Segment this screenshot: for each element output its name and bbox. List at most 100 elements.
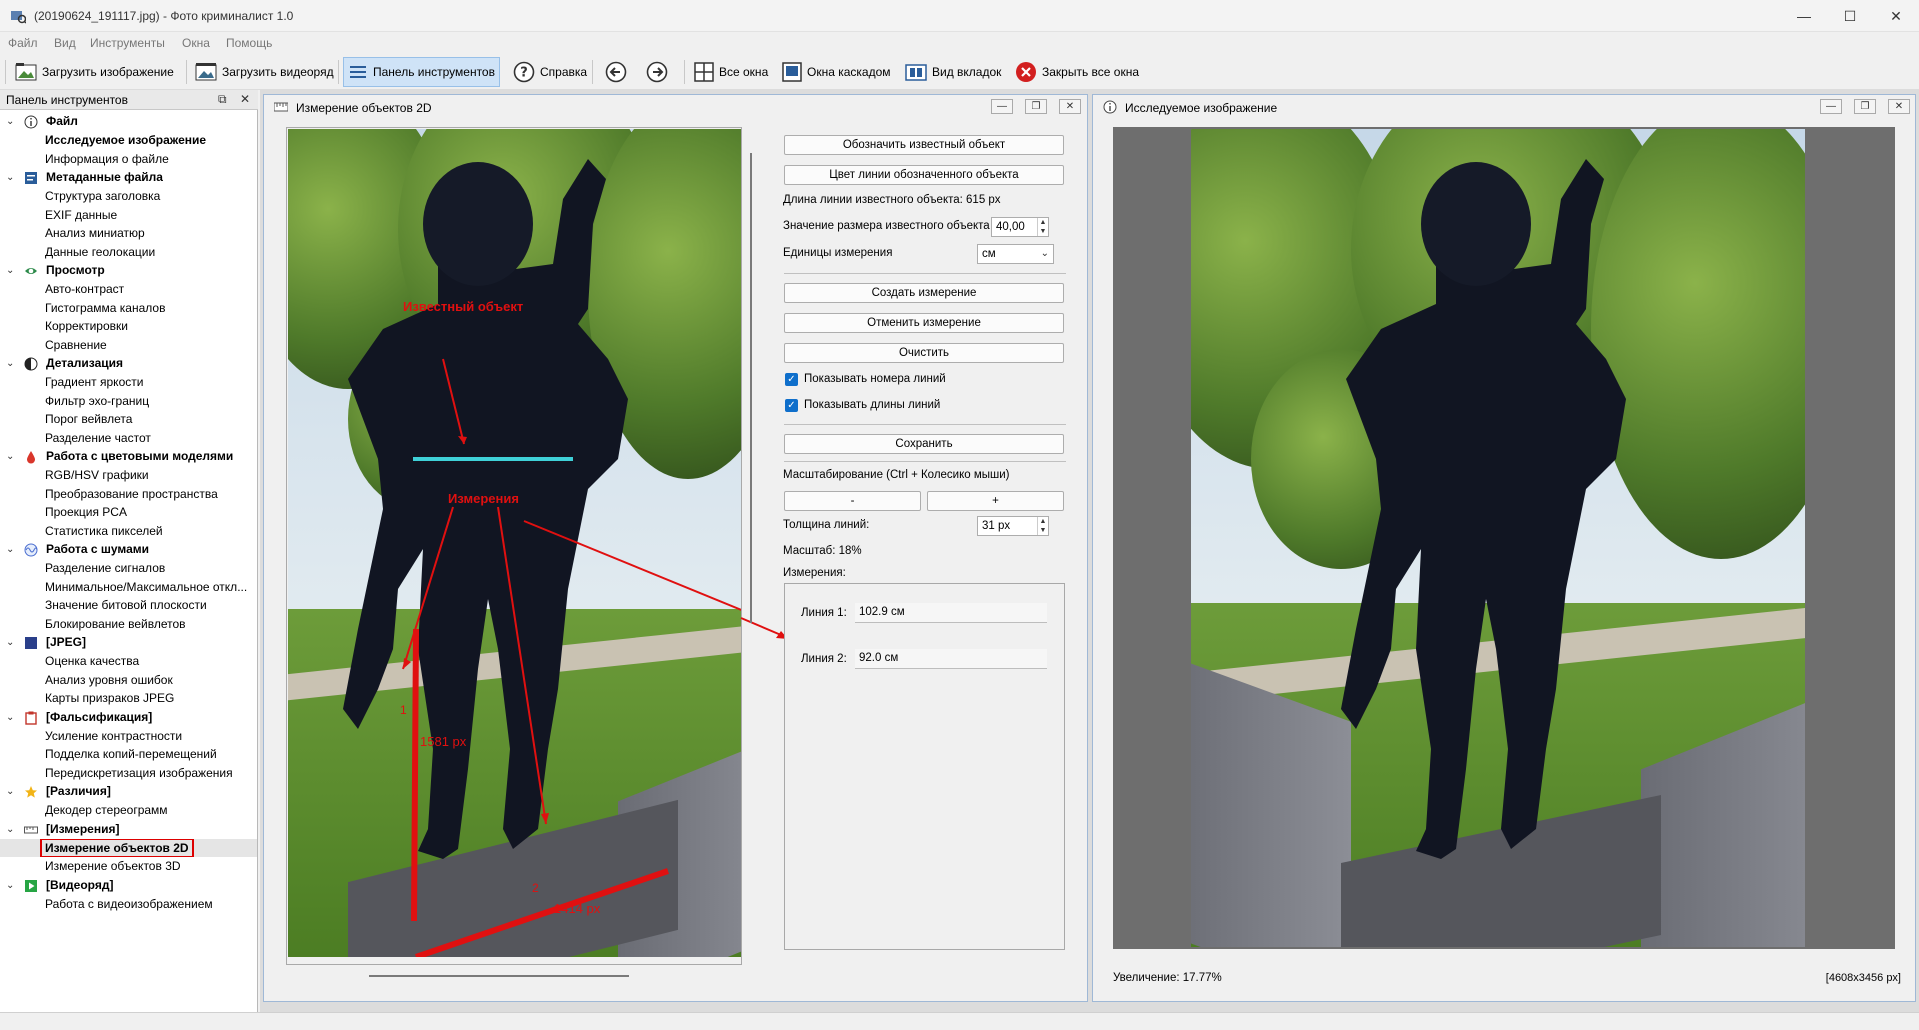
tree-item[interactable]: Оценка качества: [0, 652, 257, 671]
known-size-spinbox[interactable]: 40,00 ▲ ▼: [991, 217, 1049, 237]
clear-button[interactable]: Очистить: [784, 343, 1064, 363]
tree-group[interactable]: ⌄ Работа с шумами: [0, 540, 257, 559]
tree-item[interactable]: Декодер стереограмм: [0, 801, 257, 820]
horizontal-scrollbar[interactable]: [369, 975, 629, 977]
chevron-down-icon[interactable]: ⌄: [6, 820, 14, 839]
close-icon[interactable]: ✕: [240, 92, 250, 106]
menu-windows[interactable]: Окна: [182, 36, 210, 50]
examined-photo[interactable]: [1191, 129, 1805, 947]
tree-item[interactable]: Передискретизация изображения: [0, 764, 257, 783]
undo-measurement-button[interactable]: Отменить измерение: [784, 313, 1064, 333]
menu-view[interactable]: Вид: [54, 36, 76, 50]
chevron-down-icon[interactable]: ⌄: [6, 876, 14, 895]
help-button[interactable]: ? Справка: [509, 57, 591, 87]
back-button[interactable]: [601, 57, 631, 87]
tree-item[interactable]: Авто-контраст: [0, 280, 257, 299]
vertical-scrollbar[interactable]: [750, 153, 752, 623]
tree-group[interactable]: ⌄ [JPEG]: [0, 633, 257, 652]
tree-group[interactable]: ⌄ Работа с цветовыми моделями: [0, 447, 257, 466]
tree-item[interactable]: Анализ уровня ошибок: [0, 671, 257, 690]
create-measurement-button[interactable]: Создать измерение: [784, 283, 1064, 303]
tree-item[interactable]: Подделка копий-перемещений: [0, 745, 257, 764]
tree-item[interactable]: Исследуемое изображение: [0, 131, 257, 150]
tree-group[interactable]: ⌄ Просмотр: [0, 261, 257, 280]
zoom-minus-button[interactable]: -: [784, 491, 921, 511]
tree-item[interactable]: Преобразование пространства: [0, 485, 257, 504]
mark-known-button[interactable]: Обозначить известный объект: [784, 135, 1064, 155]
drop-icon: [24, 450, 38, 464]
tree-item[interactable]: Информация о файле: [0, 150, 257, 169]
maximize-button[interactable]: ☐: [1827, 0, 1873, 32]
close-all-button[interactable]: Закрыть все окна: [1011, 57, 1143, 87]
tree-item[interactable]: Статистика пикселей: [0, 522, 257, 541]
tree-item[interactable]: Блокирование вейвлетов: [0, 615, 257, 634]
float-icon[interactable]: ⧉: [218, 92, 227, 107]
tree-item[interactable]: Сравнение: [0, 336, 257, 355]
minimize-button[interactable]: —: [1781, 0, 1827, 32]
line-color-button[interactable]: Цвет линии обозначенного объекта: [784, 165, 1064, 185]
forward-button[interactable]: [642, 57, 672, 87]
tree-group[interactable]: ⌄ [Видеоряд]: [0, 876, 257, 895]
chevron-down-icon[interactable]: ⌄: [6, 112, 14, 131]
tree-item[interactable]: Проекция PCA: [0, 503, 257, 522]
thickness-spinbox[interactable]: 31 px ▲ ▼: [977, 516, 1049, 536]
tools-panel-button[interactable]: Панель инструментов: [343, 57, 500, 87]
tree-item[interactable]: Работа с видеоизображением: [0, 895, 257, 914]
tree-item[interactable]: Значение битовой плоскости: [0, 596, 257, 615]
spin-arrows-icon[interactable]: ▲ ▼: [1037, 218, 1048, 236]
minimize-icon[interactable]: —: [1820, 99, 1842, 114]
image-window-title: Исследуемое изображение: [1125, 101, 1278, 115]
chevron-down-icon[interactable]: ⌄: [6, 354, 14, 373]
tree-group[interactable]: ⌄ [Измерения]: [0, 820, 257, 839]
tree-item[interactable]: Гистограмма каналов: [0, 299, 257, 318]
tree-item[interactable]: RGB/HSV графики: [0, 466, 257, 485]
tree-item-label: Усиление контрастности: [45, 728, 183, 743]
tree-item[interactable]: Измерение объектов 2D: [0, 838, 257, 857]
chevron-down-icon[interactable]: ⌄: [6, 633, 14, 652]
restore-icon[interactable]: ❐: [1854, 99, 1876, 114]
tree-item[interactable]: Разделение частот: [0, 429, 257, 448]
tree-item[interactable]: Порог вейвлета: [0, 410, 257, 429]
status-bar: [0, 1012, 1919, 1030]
tree-item[interactable]: Структура заголовка: [0, 187, 257, 206]
tree-item[interactable]: EXIF данные: [0, 206, 257, 225]
chevron-down-icon[interactable]: ⌄: [6, 708, 14, 727]
close-icon[interactable]: ✕: [1888, 99, 1910, 114]
save-button[interactable]: Сохранить: [784, 434, 1064, 454]
load-image-button[interactable]: Загрузить изображение: [11, 57, 178, 87]
menu-tools[interactable]: Инструменты: [90, 36, 165, 50]
all-windows-button[interactable]: Все окна: [690, 57, 772, 87]
tree-group[interactable]: ⌄ Детализация: [0, 354, 257, 373]
zoom-plus-button[interactable]: +: [927, 491, 1064, 511]
spin-arrows-icon[interactable]: ▲ ▼: [1037, 517, 1048, 535]
menu-file[interactable]: Файл: [8, 36, 38, 50]
all-windows-label: Все окна: [719, 65, 769, 79]
tree-item[interactable]: Анализ миниатюр: [0, 224, 257, 243]
tree-item[interactable]: Разделение сигналов: [0, 559, 257, 578]
load-video-button[interactable]: Загрузить видеоряд: [191, 57, 338, 87]
chevron-down-icon[interactable]: ⌄: [6, 168, 14, 187]
tabs-view-button[interactable]: Вид вкладок: [901, 57, 1005, 87]
tree-group[interactable]: ⌄ Файл: [0, 112, 257, 131]
chevron-down-icon[interactable]: ⌄: [6, 261, 14, 280]
cascade-button[interactable]: Окна каскадом: [778, 57, 895, 87]
tree-item[interactable]: Фильтр эхо-границ: [0, 392, 257, 411]
tree-group[interactable]: ⌄ Метаданные файла: [0, 168, 257, 187]
show-lengths-checkbox[interactable]: ✓: [785, 399, 798, 412]
menu-help[interactable]: Помощь: [226, 36, 272, 50]
tree-item[interactable]: Данные геолокации: [0, 243, 257, 262]
chevron-down-icon[interactable]: ⌄: [6, 782, 14, 801]
tree-group[interactable]: ⌄ [Фальсификация]: [0, 708, 257, 727]
tree-item[interactable]: Усиление контрастности: [0, 727, 257, 746]
tree-item[interactable]: Карты призраков JPEG: [0, 689, 257, 708]
chevron-down-icon[interactable]: ⌄: [6, 540, 14, 559]
units-select[interactable]: см ⌄: [977, 244, 1054, 264]
tree-item[interactable]: Градиент яркости: [0, 373, 257, 392]
chevron-down-icon[interactable]: ⌄: [6, 447, 14, 466]
tree-item[interactable]: Измерение объектов 3D: [0, 857, 257, 876]
tree-item[interactable]: Корректировки: [0, 317, 257, 336]
show-numbers-checkbox[interactable]: ✓: [785, 373, 798, 386]
tree-item[interactable]: Минимальное/Максимальное откл...: [0, 578, 257, 597]
tree-group[interactable]: ⌄ [Различия]: [0, 782, 257, 801]
close-button[interactable]: ✕: [1873, 0, 1919, 32]
